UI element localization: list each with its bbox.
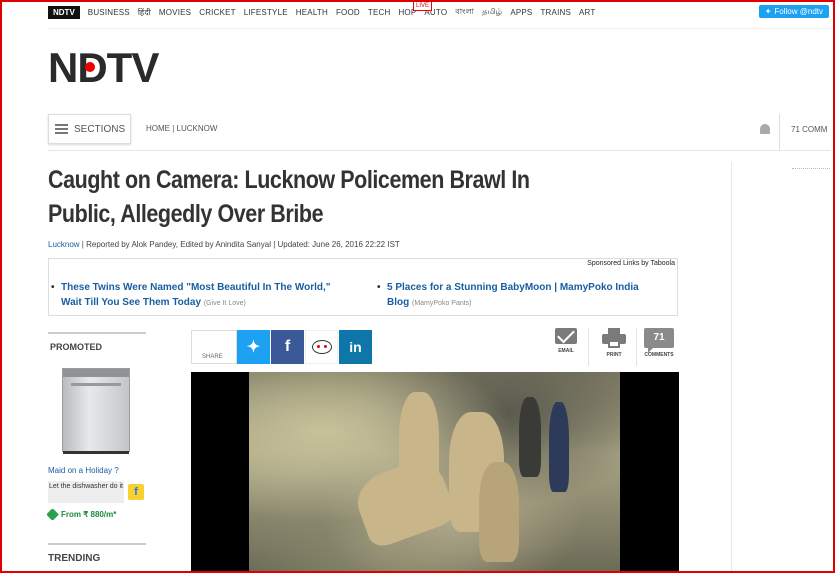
divider: [48, 332, 146, 334]
trending-heading: TRENDING: [48, 553, 101, 564]
twitter-bird-icon: ✦: [764, 7, 772, 16]
sponsored-title-line1: 5 Places for a Stunning BabyMoon | MamyP…: [387, 282, 639, 293]
print-icon: [602, 328, 626, 348]
comments-link[interactable]: 71 COMM: [791, 125, 827, 134]
twitter-share-button[interactable]: ✦: [237, 330, 270, 364]
right-column-divider: [731, 162, 732, 573]
reddit-icon: [311, 340, 332, 354]
share-label: SHARE: [191, 330, 237, 364]
meta-place-link[interactable]: Lucknow: [48, 240, 80, 249]
bullet-icon: •: [51, 282, 55, 293]
price-tag-icon: [46, 508, 59, 521]
bell-icon[interactable]: [760, 124, 770, 136]
price-text: From ₹ 880/m*: [61, 510, 117, 519]
sponsored-label[interactable]: Sponsored Links by Taboola: [587, 260, 675, 267]
sections-label: SECTIONS: [74, 123, 126, 135]
sponsored-links-box: Sponsored Links by Taboola • These Twins…: [48, 258, 678, 316]
nav-item-food[interactable]: FOOD: [336, 8, 360, 17]
nav-item-cricket[interactable]: CRICKET: [199, 8, 236, 17]
divider: [48, 150, 831, 151]
facebook-icon: f: [284, 338, 291, 355]
article-headline: Caught on Camera: Lucknow Policemen Braw…: [48, 166, 530, 228]
print-label: PRINT: [606, 352, 622, 358]
linkedin-icon: in: [349, 339, 362, 355]
sponsored-link[interactable]: • 5 Places for a Stunning BabyMoon | Mam…: [377, 280, 672, 311]
right-column-dotted-rule: [792, 168, 830, 169]
section-bar: SECTIONS HOME | LUCKNOW 71 COMM: [48, 114, 831, 150]
nav-item-tamil[interactable]: தமிழ்: [482, 7, 502, 17]
nav-item-bangla[interactable]: বাংলা: [455, 6, 474, 19]
nav-item-movies[interactable]: MOVIES: [159, 8, 191, 17]
facebook-share-button[interactable]: f: [271, 330, 304, 364]
logo-red-dot-icon: [85, 62, 95, 72]
promoted-price[interactable]: From ₹ 880/m*: [46, 508, 117, 521]
sponsored-title-line2: Wait Till You See Them Today: [61, 297, 202, 308]
follow-label: Follow @ndtv: [774, 7, 823, 16]
nav-item-business[interactable]: BUSINESS: [88, 8, 130, 17]
sponsored-source: (MamyPoko Pants): [412, 300, 472, 307]
divider: [48, 543, 146, 545]
nav-item-art[interactable]: ART: [579, 8, 595, 17]
bullet-icon: •: [377, 282, 381, 293]
divider: [636, 328, 637, 366]
twitter-follow-button[interactable]: ✦ Follow @ndtv: [758, 5, 829, 18]
hamburger-icon: [55, 124, 68, 134]
email-button[interactable]: EMAIL: [548, 328, 584, 354]
reddit-share-button[interactable]: [305, 330, 338, 364]
nav-item-health[interactable]: HEALTH: [296, 8, 328, 17]
video-player[interactable]: [191, 372, 679, 573]
divider: [588, 328, 589, 366]
nav-item-tech[interactable]: TECH: [368, 8, 391, 17]
live-badge[interactable]: LIVE: [413, 1, 433, 11]
email-label: EMAIL: [558, 348, 574, 354]
promoted-cta-button[interactable]: Let the dishwasher do it: [48, 481, 124, 503]
article-meta: Lucknow | Reported by Alok Pandey, Edite…: [48, 240, 400, 249]
dishwasher-product-image[interactable]: [62, 368, 130, 454]
breadcrumb[interactable]: HOME | LUCKNOW: [146, 124, 217, 133]
linkedin-share-button[interactable]: in: [339, 330, 372, 364]
comments-button[interactable]: 71 COMMENTS: [641, 328, 677, 358]
email-icon: [555, 328, 577, 344]
sponsored-title-line1: These Twins Were Named "Most Beautiful I…: [61, 282, 331, 293]
comments-count: 71: [644, 328, 674, 353]
logo-text: NDTV: [48, 44, 159, 91]
meta-byline: | Reported by Alok Pandey, Edited by Ani…: [79, 240, 400, 249]
promoted-link[interactable]: Maid on a Holiday ?: [48, 466, 119, 475]
top-nav: NDTV BUSINESS हिंदी MOVIES CRICKET LIFES…: [48, 4, 603, 20]
sponsored-link[interactable]: • These Twins Were Named "Most Beautiful…: [51, 280, 361, 311]
ndtv-logo[interactable]: NDTV: [48, 47, 159, 89]
flipkart-logo-icon[interactable]: f: [128, 484, 144, 500]
sections-menu-button[interactable]: SECTIONS: [48, 114, 131, 144]
nav-item-trains[interactable]: TRAINS: [540, 8, 571, 17]
sponsored-title-line2: Blog: [387, 297, 410, 308]
divider: [779, 114, 780, 150]
print-button[interactable]: PRINT: [596, 328, 632, 358]
promoted-heading: PROMOTED: [50, 342, 103, 352]
sponsored-source: (Give It Love): [203, 300, 246, 307]
divider: [48, 28, 831, 29]
nav-item-apps[interactable]: APPS: [510, 8, 532, 17]
nav-item-hindi[interactable]: हिंदी: [138, 7, 151, 18]
video-frame-image: [249, 372, 620, 573]
share-bar: SHARE ✦ f in: [191, 330, 372, 364]
ndtv-home-link[interactable]: NDTV: [48, 5, 80, 19]
twitter-icon: ✦: [246, 339, 261, 356]
nav-item-lifestyle[interactable]: LIFESTYLE: [244, 8, 288, 17]
